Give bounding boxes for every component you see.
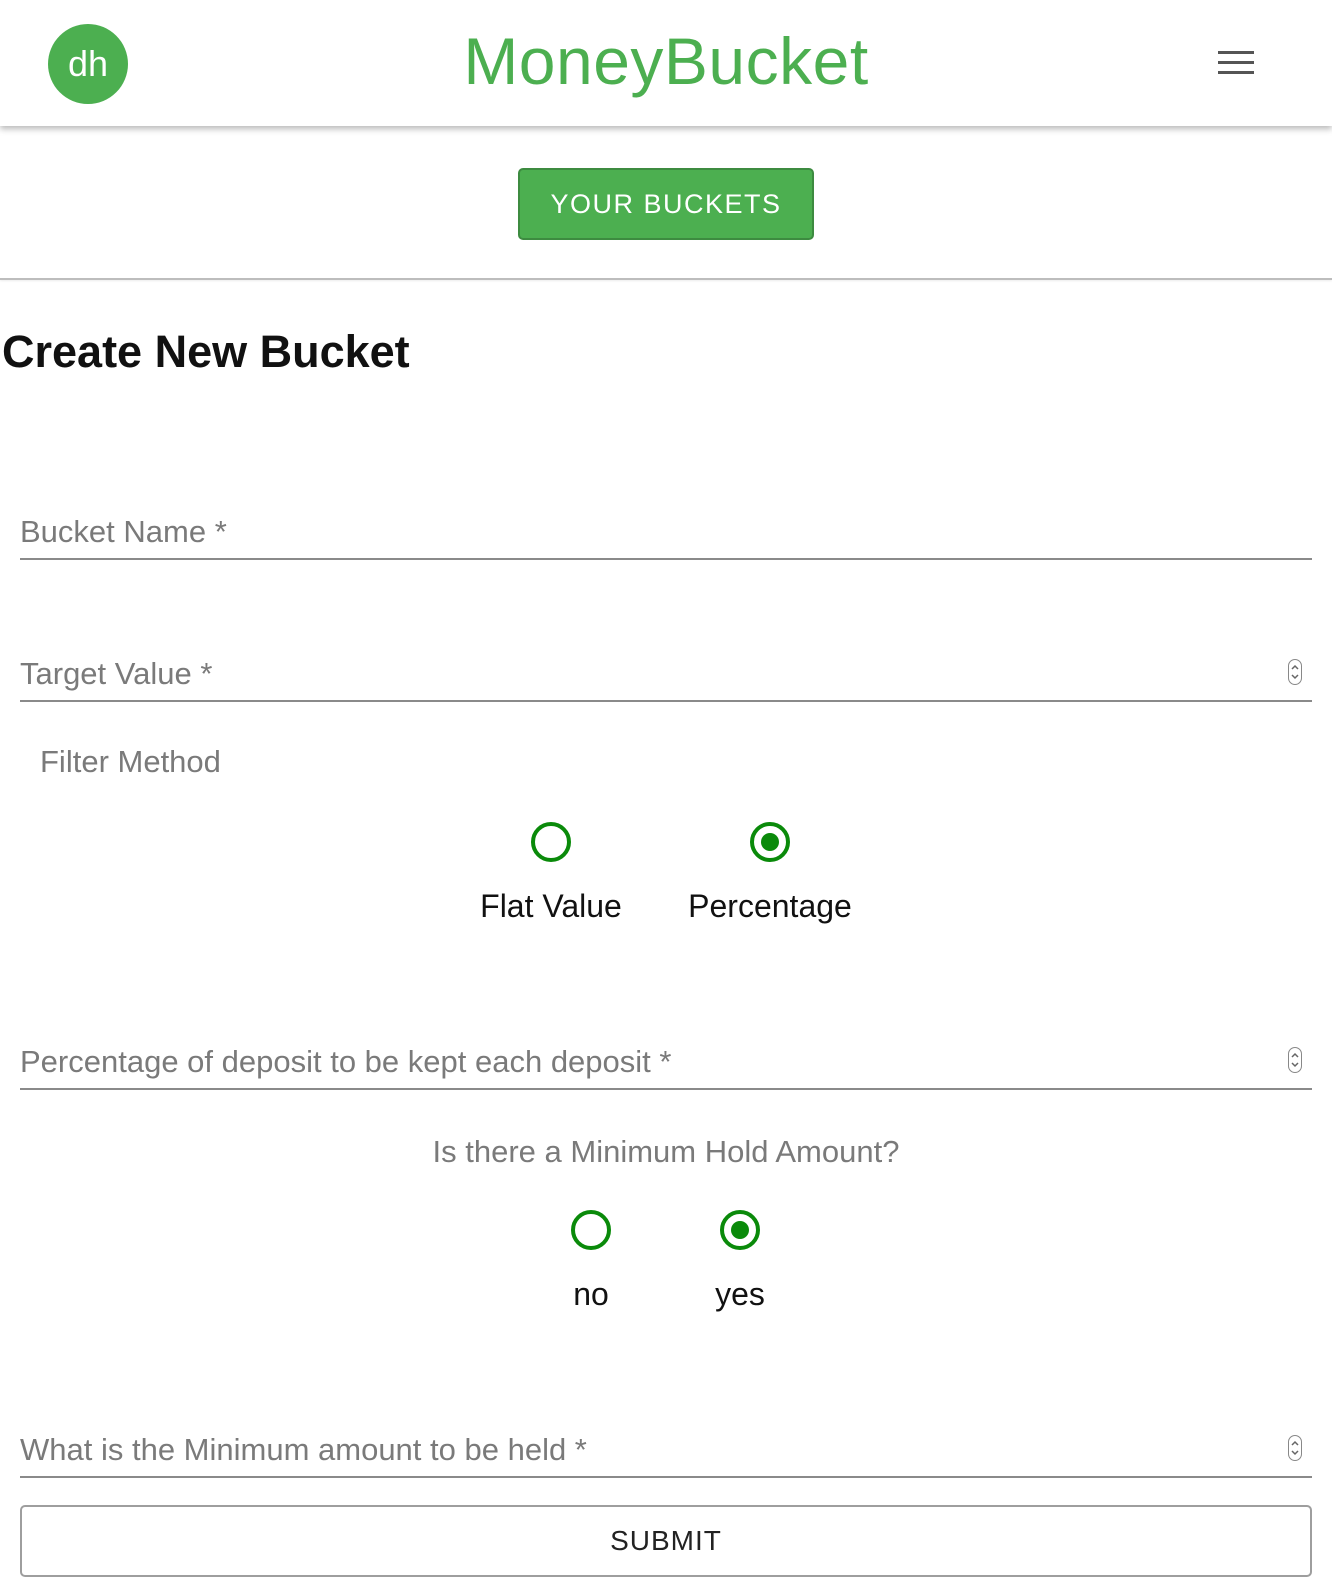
sub-navigation: YOUR BUCKETS [0,126,1332,280]
radio-unchecked-icon [571,1210,611,1250]
radio-unchecked-icon [531,822,571,862]
minimum-amount-input[interactable] [20,1418,1260,1474]
target-value-input[interactable] [20,642,1260,698]
radio-checked-icon [720,1210,760,1250]
menu-bar [1218,61,1254,64]
bucket-name-input[interactable] [20,500,1260,556]
radio-label: Percentage [688,888,852,924]
minimum-amount-field: What is the Minimum amount to be held * [20,1418,1312,1478]
filter-method-label: Filter Method [40,744,221,779]
number-spinner-icon[interactable] [1288,1435,1302,1461]
page: dh MoneyBucket YOUR BUCKETS Create New B… [0,0,1332,1595]
percentage-of-deposit-field: Percentage of deposit to be kept each de… [20,1030,1312,1090]
submit-button[interactable]: SUBMIT [20,1505,1312,1577]
target-value-field: Target Value * [20,642,1312,702]
minimum-hold-question: Is there a Minimum Hold Amount? [432,1134,900,1169]
radio-label: yes [715,1276,765,1312]
number-spinner-icon[interactable] [1288,659,1302,685]
number-spinner-icon[interactable] [1288,1047,1302,1073]
radio-label: Flat Value [480,888,622,924]
app-header: dh MoneyBucket [0,0,1332,126]
page-title: Create New Bucket [2,326,410,377]
your-buckets-button[interactable]: YOUR BUCKETS [518,168,814,240]
menu-bar [1218,71,1254,74]
radio-checked-icon [750,822,790,862]
percentage-of-deposit-input[interactable] [20,1030,1260,1086]
hamburger-menu-icon[interactable] [1206,42,1262,86]
menu-bar [1218,51,1254,54]
app-title: MoneyBucket [463,24,869,98]
radio-percentage[interactable]: Percentage [680,822,860,925]
radio-yes[interactable]: yes [650,1210,830,1313]
radio-flat-value[interactable]: Flat Value [461,822,641,925]
bucket-name-field: Bucket Name * [20,500,1312,560]
user-avatar[interactable]: dh [48,24,128,104]
